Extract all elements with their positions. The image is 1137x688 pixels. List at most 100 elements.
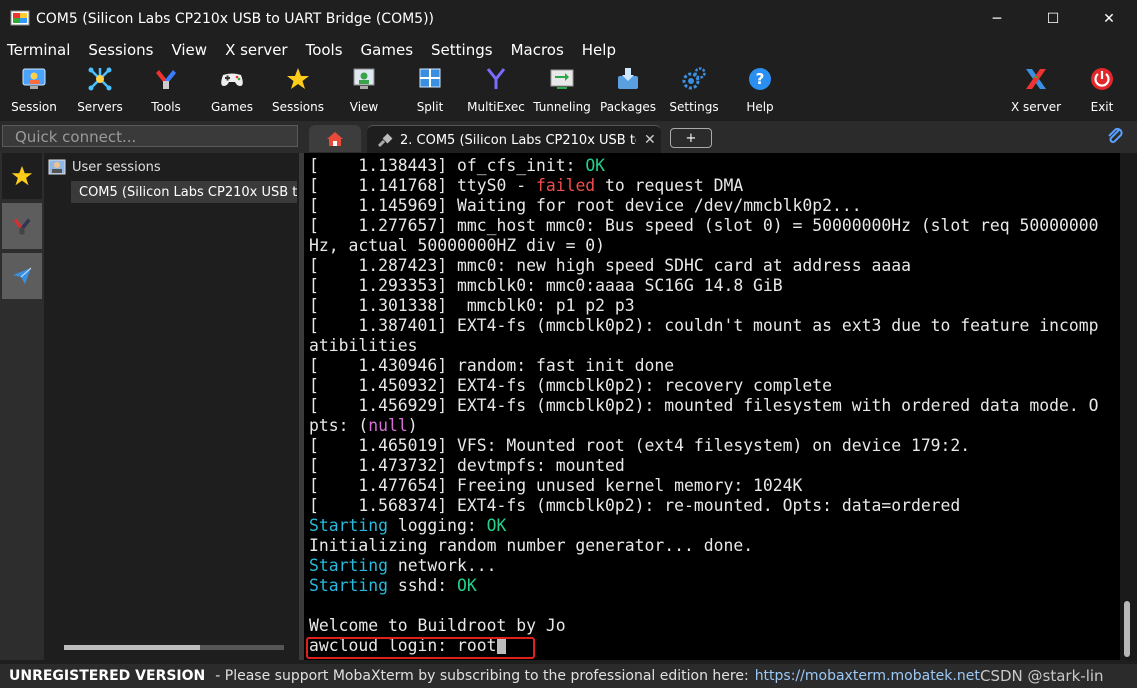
sidebar-tab-macros[interactable] — [2, 253, 42, 299]
games-button[interactable]: Games — [199, 64, 265, 118]
menu-macros[interactable]: Macros — [511, 41, 564, 59]
terminal-text-segment: [ 1.450932] EXT4-fs (mmcblk0p2): recover… — [309, 376, 833, 395]
tunneling-button[interactable]: Tunneling — [529, 64, 595, 118]
split-button[interactable]: Split — [397, 64, 463, 118]
title-bar: COM5 (Silicon Labs CP210x USB to UART Br… — [0, 0, 1137, 38]
terminal-text-segment: [ 1.456929] EXT4-fs (mmcblk0p2): mounted… — [309, 396, 1099, 415]
sidebar-tab-tools[interactable] — [2, 203, 42, 249]
x-server-button[interactable]: X server — [1003, 64, 1069, 118]
session-button[interactable]: Session — [1, 64, 67, 118]
split-label: Split — [416, 100, 444, 114]
terminal-vscrollbar[interactable] — [1120, 153, 1137, 660]
view-button[interactable]: View — [331, 64, 397, 118]
terminal-text-segment: [ 1.477654] Freeing unused kernel memory… — [309, 476, 803, 495]
tab-com5[interactable]: 2. COM5 (Silicon Labs CP210x USB to UART… — [367, 125, 661, 154]
terminal-text-segment: [ 1.293353] mmcblk0: mmc0:aaaa SC16G 14.… — [309, 276, 783, 295]
close-window-button[interactable]: ✕ — [1081, 0, 1137, 38]
packages-label: Packages — [600, 100, 656, 114]
terminal-view[interactable]: [ 1.138443] of_cfs_init: OK[ 1.141768] t… — [304, 153, 1120, 660]
terminal-text-segment: pts: ( — [309, 416, 369, 435]
mobaxterm-website-link[interactable]: https://mobaxterm.mobatek.net — [755, 668, 980, 684]
minimize-button[interactable]: ─ — [969, 0, 1025, 38]
terminal-text-segment: [ 1.138443] of_cfs_init: — [309, 156, 586, 175]
menu-tools[interactable]: Tools — [306, 41, 343, 59]
menu-sessions[interactable]: Sessions — [88, 41, 153, 59]
terminal-line: pts: (null) — [309, 416, 1098, 436]
terminal-line: [ 1.287423] mmc0: new high speed SDHC ca… — [309, 256, 1098, 276]
terminal-text-segment: failed — [535, 176, 596, 195]
menu-help[interactable]: Help — [582, 41, 616, 59]
sidebar-tabs — [0, 153, 44, 660]
tools-label: Tools — [151, 100, 181, 114]
home-icon — [327, 131, 343, 146]
svg-text:?: ? — [756, 70, 765, 88]
support-message: - Please support MobaXterm by subscribin… — [215, 668, 749, 684]
new-tab-button[interactable]: + — [670, 128, 712, 148]
packages-button[interactable]: Packages — [595, 64, 661, 118]
x-server-label: X server — [1010, 100, 1062, 114]
terminal-text-segment: null — [368, 416, 408, 435]
settings-button[interactable]: Settings — [661, 64, 727, 118]
window-controls: ─ ☐ ✕ — [969, 0, 1137, 38]
terminal-vscroll-thumb[interactable] — [1124, 601, 1130, 657]
session-item-com5[interactable]: COM5 (Silicon Labs CP210x USB to UART Br… — [71, 181, 297, 203]
terminal-line: [ 1.293353] mmcblk0: mmc0:aaaa SC16G 14.… — [309, 276, 1098, 296]
view-monitor-icon — [351, 66, 377, 92]
menu-terminal[interactable]: Terminal — [7, 41, 70, 59]
exit-button[interactable]: Exit — [1069, 64, 1135, 118]
terminal-text-segment: [ 1.277657] mmc_host mmc0: Bus speed (sl… — [309, 216, 1099, 235]
session-panel-hscroll-thumb[interactable] — [64, 645, 200, 650]
terminal-text-segment: Welcome to Buildroot by Jo — [309, 616, 566, 635]
servers-network-icon — [87, 66, 113, 92]
terminal-line: [ 1.145969] Waiting for root device /dev… — [309, 196, 1098, 216]
terminal-text-segment: [ 1.465019] VFS: Mounted root (ext4 file… — [309, 436, 971, 455]
help-question-icon: ? — [747, 66, 773, 92]
sidebar-tab-sessions[interactable] — [2, 153, 42, 199]
terminal-line: [ 1.456929] EXT4-fs (mmcblk0p2): mounted… — [309, 396, 1098, 416]
menu-games[interactable]: Games — [361, 41, 413, 59]
sessions-label: Sessions — [271, 100, 325, 114]
packages-download-icon — [615, 66, 641, 92]
terminal-line: Starting sshd: OK — [309, 576, 1098, 596]
session-panel-hscrollbar[interactable] — [64, 645, 284, 650]
session-label: Session — [11, 100, 57, 114]
terminal-text-segment: Initializing random number generator... … — [309, 536, 754, 555]
menu-settings[interactable]: Settings — [431, 41, 493, 59]
servers-button[interactable]: Servers — [67, 64, 133, 118]
menu-x-server[interactable]: X server — [225, 41, 288, 59]
tab-close-icon[interactable]: ✕ — [644, 132, 656, 148]
terminal-text-segment: atibilities — [309, 336, 418, 355]
terminal-line: Starting network... — [309, 556, 1098, 576]
help-button[interactable]: ? Help — [727, 64, 793, 118]
home-tab[interactable] — [309, 125, 361, 152]
user-sessions-group[interactable]: User sessions — [48, 159, 161, 175]
terminal-line: [ 1.141768] ttyS0 - failed to request DM… — [309, 176, 1098, 196]
help-label: Help — [746, 100, 774, 114]
menu-bar: Terminal Sessions View X server Tools Ga… — [0, 38, 1137, 62]
serial-plug-icon — [377, 133, 393, 148]
tunneling-label: Tunneling — [533, 100, 591, 114]
toolbar: Session Servers Tools Games Sessions Vie… — [0, 62, 1137, 120]
terminal-text-segment: [ 1.301338] mmcblk0: p1 p2 p3 — [309, 296, 635, 315]
terminal-line: [ 1.477654] Freeing unused kernel memory… — [309, 476, 1098, 496]
terminal-text-segment: [ 1.141768] ttyS0 - — [309, 176, 536, 195]
terminal-text-segment: logging: — [387, 516, 487, 535]
multiexec-fork-icon — [483, 66, 509, 92]
quick-connect-input[interactable]: Quick connect... — [2, 125, 298, 147]
menu-view[interactable]: View — [171, 41, 207, 59]
terminal-text-segment: [ 1.430946] random: fast init done — [309, 356, 675, 375]
mobaxterm-app-icon — [10, 10, 30, 28]
tools-button[interactable]: Tools — [133, 64, 199, 118]
terminal-line: [ 1.473732] devtmpfs: mounted — [309, 456, 1098, 476]
attach-clip-icon[interactable] — [1104, 125, 1126, 147]
terminal-line: [ 1.568374] EXT4-fs (mmcblk0p2): re-moun… — [309, 496, 1098, 516]
terminal-text-segment: network... — [387, 556, 497, 575]
sessions-button[interactable]: Sessions — [265, 64, 331, 118]
maximize-button[interactable]: ☐ — [1025, 0, 1081, 38]
tools-wrench-icon — [153, 66, 179, 92]
games-label: Games — [211, 100, 253, 114]
multiexec-button[interactable]: MultiExec — [463, 64, 529, 118]
session-tree-panel: User sessions COM5 (Silicon Labs CP210x … — [44, 153, 299, 660]
star-icon — [11, 165, 33, 186]
